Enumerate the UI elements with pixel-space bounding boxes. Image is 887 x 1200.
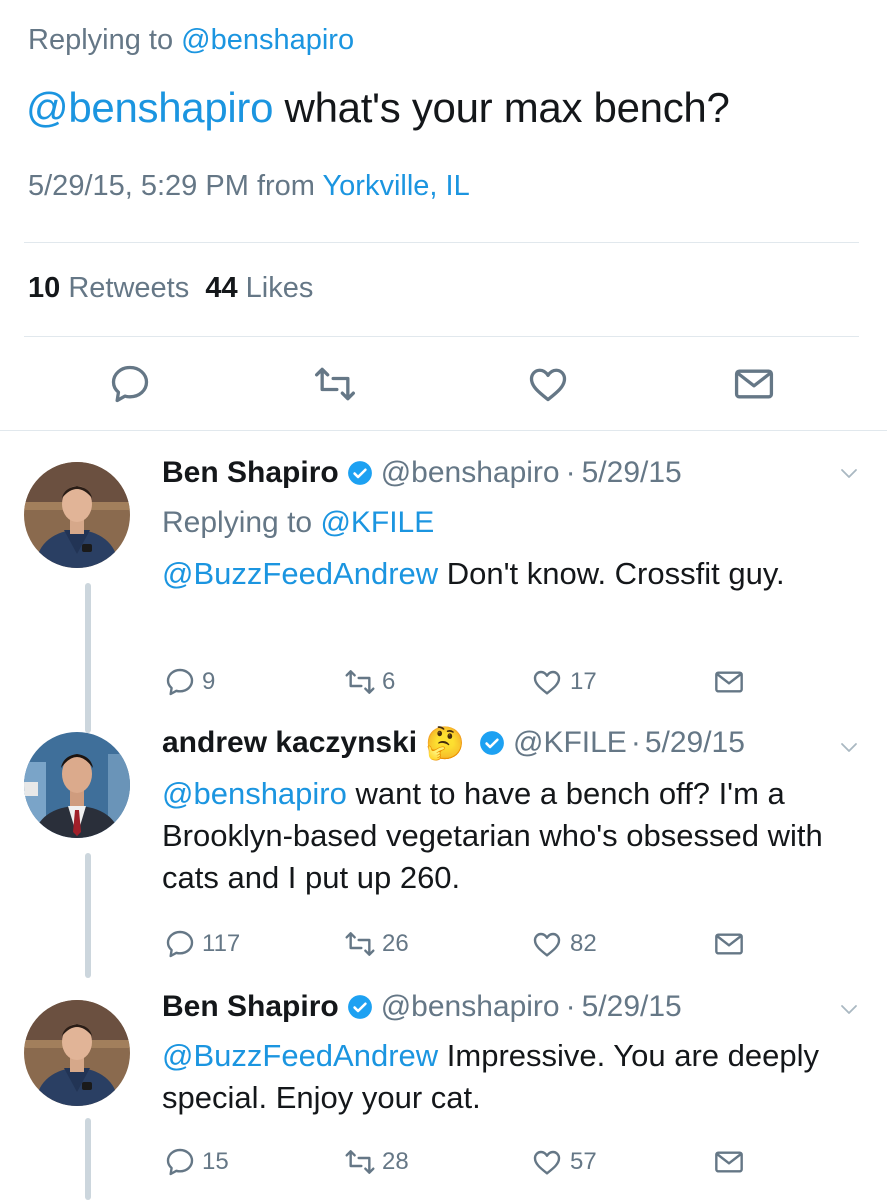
divider	[24, 242, 859, 243]
retweet-button[interactable]: 28	[344, 1146, 409, 1178]
chevron-down-icon[interactable]	[834, 998, 864, 1027]
reply-header: andrew kaczynski 🤔 @KFILE · 5/29/15	[162, 724, 745, 762]
chevron-down-icon[interactable]	[834, 736, 864, 765]
like-count: 17	[570, 668, 597, 695]
thread-line	[85, 583, 91, 733]
avatar-ben-shapiro-icon	[24, 462, 130, 568]
main-replying-to: Replying to @benshapiro	[28, 24, 354, 57]
retweet-button[interactable]: 26	[344, 928, 409, 960]
retweet-button[interactable]: 6	[344, 666, 395, 698]
tweet-text: @BuzzFeedAndrew Impressive. You are deep…	[162, 1035, 852, 1119]
retweets-stat[interactable]: 10 Retweets	[28, 272, 189, 304]
verified-badge-icon	[347, 994, 373, 1020]
dm-button[interactable]	[712, 928, 746, 960]
like-button[interactable]: 17	[530, 666, 597, 698]
reply-icon	[166, 668, 194, 696]
mention-link[interactable]: @BuzzFeedAndrew	[162, 1038, 438, 1073]
main-reply-button[interactable]	[108, 362, 152, 411]
display-name[interactable]: Ben Shapiro	[162, 456, 339, 490]
retweet-count: 28	[382, 1148, 409, 1175]
main-like-button[interactable]	[526, 362, 570, 411]
reply-header: Ben Shapiro @benshapiro · 5/29/15	[162, 990, 682, 1024]
avatar[interactable]	[24, 462, 130, 568]
tweet-text: @BuzzFeedAndrew Don't know. Crossfit guy…	[162, 553, 852, 595]
verified-badge-icon	[347, 460, 373, 486]
reply-icon	[166, 1148, 194, 1176]
reply-count: 9	[202, 668, 216, 695]
like-button[interactable]: 82	[530, 928, 597, 960]
verified-badge-icon	[479, 730, 505, 756]
divider	[24, 336, 859, 337]
tweet-body: Don't know. Crossfit guy.	[438, 556, 785, 591]
separator-dot: ·	[565, 990, 576, 1023]
retweet-icon	[345, 670, 375, 694]
envelope-icon	[715, 1151, 743, 1173]
display-name[interactable]: andrew kaczynski	[162, 726, 417, 760]
replying-handle-link[interactable]: @KFILE	[320, 506, 434, 539]
reply-icon	[111, 365, 149, 403]
retweet-icon	[315, 367, 355, 401]
from-label: from	[256, 170, 315, 202]
heart-icon	[533, 932, 561, 957]
retweet-count: 26	[382, 930, 409, 957]
mention-link[interactable]: @BuzzFeedAndrew	[162, 556, 438, 591]
tweet-date[interactable]: 5/29/15	[582, 456, 682, 490]
chevron-down-icon[interactable]	[834, 462, 864, 491]
retweet-icon	[345, 932, 375, 956]
main-retweet-button[interactable]	[313, 362, 357, 411]
heart-icon	[533, 1150, 561, 1175]
mention-link[interactable]: @benshapiro	[162, 776, 347, 811]
handle[interactable]: @benshapiro	[381, 990, 560, 1024]
location-link[interactable]: Yorkville, IL	[322, 170, 469, 202]
likes-stat[interactable]: 44 Likes	[205, 272, 313, 304]
like-count: 57	[570, 1148, 597, 1175]
replying-to: Replying to @KFILE	[162, 506, 434, 540]
separator-dot: ·	[630, 726, 641, 759]
tweet-stats: 10 Retweets 44 Likes	[28, 272, 313, 305]
reply-icon	[166, 930, 194, 958]
tweet-date[interactable]: 5/29/15	[582, 990, 682, 1024]
heart-icon	[533, 670, 561, 695]
reply-button[interactable]: 117	[164, 928, 240, 960]
heart-icon	[529, 368, 567, 402]
retweet-icon	[345, 1150, 375, 1174]
thread-line	[85, 853, 91, 978]
tweet-date[interactable]: 5/29/15	[645, 726, 745, 760]
replying-label: Replying to	[162, 506, 313, 539]
main-tweet-text: @benshapiro what's your max bench?	[26, 84, 730, 132]
envelope-icon	[715, 671, 743, 693]
reply-button[interactable]: 15	[164, 1146, 229, 1178]
avatar-andrew-kaczynski-icon	[24, 732, 130, 838]
reply-count: 117	[202, 930, 241, 957]
divider	[0, 430, 887, 431]
envelope-icon	[715, 933, 743, 955]
tweet-text: @benshapiro want to have a bench off? I'…	[162, 773, 852, 899]
separator-dot: ·	[565, 456, 576, 489]
reply-count: 15	[202, 1148, 229, 1175]
main-dm-button[interactable]	[732, 362, 776, 411]
avatar-ben-shapiro-icon	[24, 1000, 130, 1106]
dm-button[interactable]	[712, 666, 746, 698]
handle[interactable]: @benshapiro	[381, 456, 560, 490]
main-tweet-body: what's your max bench?	[273, 84, 730, 131]
avatar[interactable]	[24, 732, 130, 838]
envelope-icon	[734, 369, 774, 399]
handle[interactable]: @KFILE	[513, 726, 627, 760]
retweet-count: 6	[382, 668, 396, 695]
avatar[interactable]	[24, 1000, 130, 1106]
dm-button[interactable]	[712, 1146, 746, 1178]
reply-button[interactable]: 9	[164, 666, 215, 698]
mention-link[interactable]: @benshapiro	[26, 84, 273, 131]
display-name[interactable]: Ben Shapiro	[162, 990, 339, 1024]
main-timestamp[interactable]: 5/29/15, 5:29 PM	[28, 170, 249, 202]
reply-header: Ben Shapiro @benshapiro · 5/29/15	[162, 456, 682, 490]
like-count: 82	[570, 930, 597, 957]
replying-label: Replying to	[28, 24, 174, 56]
replying-handle-link[interactable]: @benshapiro	[181, 24, 354, 56]
main-tweet-meta: 5/29/15, 5:29 PM from Yorkville, IL	[28, 170, 470, 203]
thinking-face-emoji: 🤔	[425, 725, 465, 761]
thread-line	[85, 1118, 91, 1200]
like-button[interactable]: 57	[530, 1146, 597, 1178]
